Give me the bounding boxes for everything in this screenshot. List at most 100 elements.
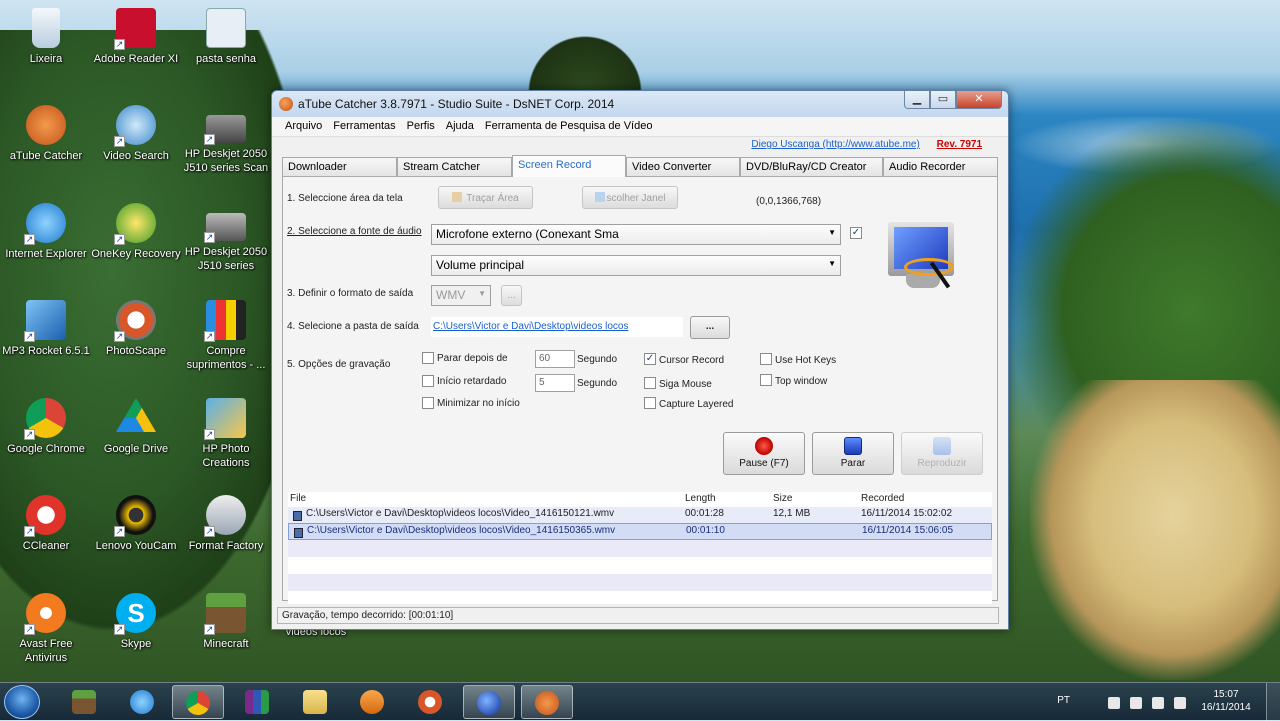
desktop-icon-adobe-reader[interactable]: ↗ Adobe Reader XI: [90, 8, 182, 66]
stop-icon: [844, 437, 862, 455]
desktop-icon-pasta-senha[interactable]: pasta senha: [180, 8, 272, 66]
show-desktop-button[interactable]: [1266, 683, 1280, 721]
desktop-icon-lenovo-youcam[interactable]: ↗ Lenovo YouCam: [90, 495, 182, 553]
menu-arquivo[interactable]: Arquivo: [280, 117, 328, 136]
stop-after-seconds-input[interactable]: 60: [535, 350, 575, 368]
desktop-icon-hp-photo-creations[interactable]: ↗ HP Photo Creations: [180, 398, 272, 470]
desktop-icon-photoscape[interactable]: ↗ PhotoScape: [90, 300, 182, 358]
menu-ferramentas[interactable]: Ferramentas: [328, 117, 401, 136]
network-icon[interactable]: [1108, 697, 1120, 709]
taskbar-photoscape[interactable]: [404, 685, 456, 719]
column-length[interactable]: Length: [685, 493, 716, 504]
tab-stream-catcher[interactable]: Stream Catcher: [397, 157, 512, 177]
choose-window-button[interactable]: scolher Janel: [582, 186, 678, 209]
desktop-icon-atube-catcher[interactable]: aTube Catcher: [0, 105, 92, 163]
format-options-button[interactable]: ...: [501, 285, 522, 306]
printer-icon: ↗: [204, 213, 246, 243]
desktop-icon-format-factory[interactable]: ↗ Format Factory: [180, 495, 272, 553]
capture-layered-checkbox[interactable]: [644, 397, 656, 409]
desktop-icon-minecraft[interactable]: ↗ Minecraft: [180, 593, 272, 651]
taskbar-winrar[interactable]: [231, 685, 283, 719]
tab-dvd-creator[interactable]: DVD/BluRay/CD Creator: [740, 157, 883, 177]
desktop-icon-skype[interactable]: S ↗ Skype: [90, 593, 182, 651]
desktop-icon-recycle-bin[interactable]: Lixeira: [0, 8, 92, 66]
menu-ajuda[interactable]: Ajuda: [441, 117, 480, 136]
column-size[interactable]: Size: [773, 493, 792, 504]
minimize-on-start-label: Minimizar no início: [437, 398, 520, 409]
tab-screen-record[interactable]: Screen Record: [512, 155, 626, 177]
atube-catcher-icon: [535, 691, 559, 715]
settings-document-icon: [206, 8, 246, 48]
volume-icon[interactable]: [1152, 697, 1164, 709]
list-item[interactable]: C:\Users\Victor e Davi\Desktop\videos lo…: [288, 506, 992, 523]
tab-video-converter[interactable]: Video Converter: [626, 157, 740, 177]
step4-label: 4. Selecione a pasta de saída: [287, 321, 419, 332]
menu-ferramenta-pesquisa[interactable]: Ferramenta de Pesquisa de Vídeo: [480, 117, 659, 136]
revision-link[interactable]: Rev. 7971: [937, 139, 982, 150]
stop-after-unit: Segundo: [577, 354, 618, 365]
desktop-icon-hp-printer[interactable]: ↗ HP Deskjet 2050 J510 series: [180, 203, 272, 273]
audio-enabled-checkbox[interactable]: ✓: [850, 227, 862, 239]
chevron-down-icon: ▼: [478, 289, 486, 298]
taskbar-internet-explorer[interactable]: [116, 685, 168, 719]
desktop-icon-internet-explorer[interactable]: ↗ Internet Explorer: [0, 203, 92, 261]
tab-downloader[interactable]: Downloader: [282, 157, 397, 177]
tab-audio-recorder[interactable]: Audio Recorder: [883, 157, 998, 177]
top-window-checkbox[interactable]: [760, 374, 772, 386]
desktop-icon-google-chrome[interactable]: ↗ Google Chrome: [0, 398, 92, 456]
list-item[interactable]: C:\Users\Victor e Davi\Desktop\videos lo…: [288, 523, 992, 540]
winrar-icon: [245, 690, 269, 714]
browse-folder-button[interactable]: ...: [690, 316, 730, 339]
desktop-icon-video-search[interactable]: ↗ Video Search: [90, 105, 182, 163]
output-folder-path[interactable]: C:\Users\Victor e Davi\Desktop\videos lo…: [431, 317, 683, 337]
desktop-icon-onekey-recovery[interactable]: ↗ OneKey Recovery: [90, 203, 182, 261]
desktop-icon-mp3-rocket[interactable]: ↗ MP3 Rocket 6.5.1: [0, 300, 92, 358]
language-indicator[interactable]: PT: [1057, 695, 1070, 706]
desktop-icon-ccleaner[interactable]: ↗ CCleaner: [0, 495, 92, 553]
format-factory-icon: ↗: [204, 495, 246, 537]
clock[interactable]: 15:07 16/11/2014: [1196, 688, 1256, 714]
format-select[interactable]: WMV ▼: [431, 285, 491, 306]
delayed-start-seconds-input[interactable]: 5: [535, 374, 575, 392]
recordings-list[interactable]: File Length Size Recorded C:\Users\Victo…: [288, 492, 992, 604]
minimize-on-start-checkbox[interactable]: [422, 397, 434, 409]
youcam-icon: ↗: [114, 495, 156, 537]
atube-catcher-window: aTube Catcher 3.8.7971 - Studio Suite - …: [271, 90, 1009, 630]
supplies-icon: ↗: [204, 300, 246, 342]
minimize-button[interactable]: ▁: [904, 91, 930, 109]
start-button[interactable]: [4, 685, 40, 719]
maximize-button[interactable]: ▭: [930, 91, 956, 109]
taskbar-media-player[interactable]: [346, 685, 398, 719]
follow-mouse-checkbox[interactable]: [644, 377, 656, 389]
desktop-icon-compre-suprimentos[interactable]: ↗ Compre suprimentos - ...: [180, 300, 272, 372]
audio-volume-select[interactable]: Volume principal ▼: [431, 255, 841, 276]
desktop-icon-avast[interactable]: ↗ Avast Free Antivirus: [0, 593, 92, 665]
play-button[interactable]: Reproduzir: [901, 432, 983, 475]
desktop-icon-hp-scan[interactable]: ↗ HP Deskjet 2050 J510 series Scan: [180, 105, 272, 175]
trace-area-button[interactable]: Traçar Área: [438, 186, 533, 209]
google-drive-icon: [116, 398, 156, 432]
step3-label: 3. Definir o formato de saída: [287, 288, 414, 299]
flag-icon[interactable]: [1130, 697, 1142, 709]
taskbar-file-explorer[interactable]: [289, 685, 341, 719]
column-recorded[interactable]: Recorded: [861, 493, 904, 504]
pause-button[interactable]: Pause (F7): [723, 432, 805, 475]
desktop-icon-google-drive[interactable]: Google Drive: [90, 398, 182, 456]
delayed-start-checkbox[interactable]: [422, 375, 434, 387]
close-button[interactable]: ✕: [956, 91, 1002, 109]
signal-icon[interactable]: [1174, 697, 1186, 709]
hot-keys-checkbox[interactable]: [760, 353, 772, 365]
taskbar-atube-catcher[interactable]: [521, 685, 573, 719]
stop-button[interactable]: Parar: [812, 432, 894, 475]
taskbar-globe[interactable]: [463, 685, 515, 719]
stop-after-checkbox[interactable]: [422, 352, 434, 364]
audio-source-select[interactable]: Microfone externo (Conexant Sma ▼: [431, 224, 841, 245]
taskbar-minecraft[interactable]: [58, 685, 110, 719]
cursor-record-checkbox[interactable]: ✓: [644, 353, 656, 365]
menu-perfis[interactable]: Perfis: [402, 117, 441, 136]
taskbar-chrome[interactable]: [172, 685, 224, 719]
window-titlebar[interactable]: aTube Catcher 3.8.7971 - Studio Suite - …: [272, 91, 1008, 117]
author-link[interactable]: Diego Uscanga (http://www.atube.me): [751, 139, 919, 150]
step5-label: 5. Opções de gravação: [287, 359, 391, 370]
column-file[interactable]: File: [290, 493, 306, 504]
